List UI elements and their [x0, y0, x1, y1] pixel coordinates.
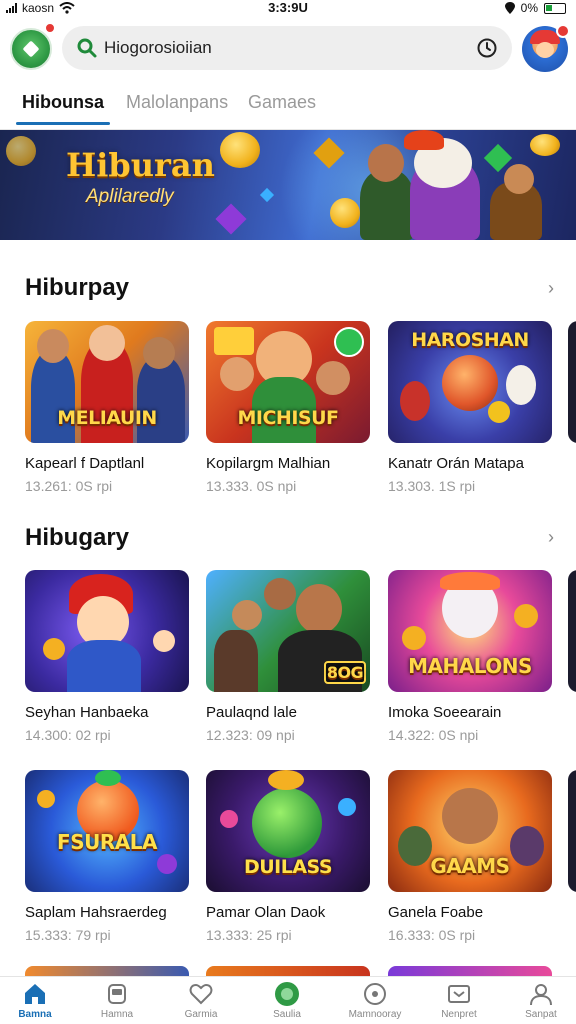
nav-item-home[interactable]: Bamna	[0, 981, 76, 1020]
next-card-peek[interactable]	[568, 321, 576, 443]
tab-malolanpans[interactable]: Malolanpans	[126, 92, 228, 125]
game-art-text: 8OG	[324, 661, 366, 684]
tab-gamaes[interactable]: Gamaes	[248, 92, 316, 125]
search-icon	[77, 38, 97, 58]
chevron-right-icon[interactable]: ›	[548, 278, 554, 299]
game-meta: 12.323: 09 npi	[206, 727, 295, 743]
clock-icon[interactable]	[476, 37, 498, 59]
game-title: Paulaqnd lale	[206, 704, 297, 721]
game-card[interactable]: Seyhan Hanbaeka 14.300: 02 rpi	[25, 570, 189, 743]
nav-item-profile[interactable]: Sanpat	[500, 981, 576, 1020]
game-title: Kanatr Orán Matapa	[388, 455, 524, 472]
game-title: Saplam Hahsraerdeg	[25, 904, 167, 921]
inbox-icon	[448, 985, 470, 1003]
game-thumbnail: MICHISUF	[206, 321, 370, 443]
search-bar[interactable]: Hiogorosioiian	[62, 26, 512, 70]
game-meta: 15.333: 79 rpi	[25, 927, 111, 943]
nav-item-inbox[interactable]: Nenpret	[418, 981, 500, 1020]
game-meta: 13.333. 0S npi	[206, 478, 297, 494]
status-time: 3:3:9U	[268, 0, 308, 15]
game-meta: 13.333: 25 rpi	[206, 927, 292, 943]
game-card[interactable]: FSURALA Saplam Hahsraerdeg 15.333: 79 rp…	[25, 770, 189, 943]
coin-icon	[220, 132, 260, 168]
home-icon	[25, 984, 45, 1004]
game-title: Imoka Soeearain	[388, 704, 502, 721]
disc-icon	[364, 983, 386, 1005]
game-meta: 16.333: 0S rpi	[388, 927, 476, 943]
nav-item-center[interactable]: Saulia	[246, 981, 328, 1020]
gem-icon	[215, 203, 247, 235]
game-title: Ganela Foabe	[388, 904, 484, 921]
status-right: 0%	[504, 1, 566, 15]
game-meta: 13.261: 0S rpi	[25, 478, 113, 494]
game-card[interactable]: MICHISUF Kopilargm Malhian 13.333. 0S np…	[206, 321, 370, 494]
game-title: Kopilargm Malhian	[206, 455, 331, 472]
game-art-text: GAAMS	[430, 854, 510, 878]
notification-badge	[44, 22, 56, 34]
gamepad-icon	[108, 984, 126, 1004]
game-title: Kapearl f Daptlanl	[25, 455, 145, 472]
game-card[interactable]: DUILASS Pamar Olan Daok 13.333: 25 rpi	[206, 770, 370, 943]
game-card[interactable]: GAAMS Ganela Foabe 16.333: 0S rpi	[388, 770, 552, 943]
game-meta: 14.322: 0S npi	[388, 727, 479, 743]
game-thumbnail: 8OG	[206, 570, 370, 692]
banner-title: Hiburan	[66, 146, 215, 184]
game-title: Seyhan Hanbaeka	[25, 704, 149, 721]
game-thumbnail	[25, 570, 189, 692]
character-face	[504, 164, 534, 194]
tab-bar: Hibounsa Malolanpans Gamaes	[0, 84, 576, 130]
coin-icon	[6, 136, 36, 166]
location-icon	[504, 2, 515, 14]
next-card-peek[interactable]	[568, 570, 576, 692]
next-card-peek[interactable]	[568, 770, 576, 892]
search-input[interactable]: Hiogorosioiian	[104, 38, 212, 58]
tab-hibounsa[interactable]: Hibounsa	[15, 92, 111, 125]
chevron-right-icon[interactable]: ›	[548, 527, 554, 548]
status-bar: kaosn 3:3:9U 0%	[0, 0, 576, 18]
section-title: Hibugary	[25, 524, 130, 551]
game-card[interactable]: 8OG Paulaqnd lale 12.323: 09 npi	[206, 570, 370, 743]
top-bar: Hiogorosioiian	[0, 22, 576, 74]
avatar-badge	[556, 24, 570, 38]
game-thumbnail: GAAMS	[388, 770, 552, 892]
game-card[interactable]: MELIAUIN Kapearl f Daptlanl 13.261: 0S r…	[25, 321, 189, 494]
character-face	[368, 144, 404, 182]
banner-subtitle: Aplilaredly	[86, 186, 174, 207]
promo-banner[interactable]: Hiburan Aplilaredly	[0, 130, 576, 240]
game-art-text: MELIAUIN	[57, 407, 157, 429]
game-thumbnail: HAROSHAN	[388, 321, 552, 443]
game-title: Pamar Olan Daok	[206, 904, 326, 921]
bottom-nav: Bamna Hamna Garmia Saulia Mamnooray Nenp…	[0, 976, 576, 1024]
game-thumbnail: MAHALONS	[388, 570, 552, 692]
coin-icon	[330, 198, 360, 228]
game-art-text: FSURALA	[57, 830, 157, 854]
game-thumbnail: FSURALA	[25, 770, 189, 892]
game-card[interactable]: MAHALONS Imoka Soeearain 14.322: 0S npi	[388, 570, 552, 743]
badge-icon	[334, 327, 364, 357]
game-art-text: DUILASS	[243, 856, 333, 878]
game-meta: 13.303. 1S rpi	[388, 478, 476, 494]
nav-item-favorites[interactable]: Garmia	[160, 981, 242, 1020]
game-art-text: MICHISUF	[237, 407, 339, 429]
game-card[interactable]: HAROSHAN Kanatr Orán Matapa 13.303. 1S r…	[388, 321, 552, 494]
heart-icon	[189, 983, 213, 1005]
profile-icon	[530, 984, 552, 1006]
game-thumbnail: MELIAUIN	[25, 321, 189, 443]
app-logo[interactable]	[10, 28, 52, 70]
next-row-peek	[25, 966, 189, 976]
game-art-text: MAHALONS	[408, 654, 532, 678]
nav-item-games[interactable]: Hamna	[76, 981, 158, 1020]
globe-icon	[275, 982, 299, 1006]
game-thumbnail: DUILASS	[206, 770, 370, 892]
section-title: Hiburpay	[25, 274, 130, 301]
next-row-peek	[206, 966, 370, 976]
diamond-icon	[22, 40, 40, 58]
next-row-peek	[388, 966, 552, 976]
game-art-text: HAROSHAN	[411, 329, 529, 351]
game-meta: 14.300: 02 rpi	[25, 727, 111, 743]
coin-icon	[530, 134, 560, 156]
nav-item-media[interactable]: Mamnooray	[334, 981, 416, 1020]
battery-icon	[544, 2, 566, 14]
battery-percent: 0%	[520, 1, 538, 15]
